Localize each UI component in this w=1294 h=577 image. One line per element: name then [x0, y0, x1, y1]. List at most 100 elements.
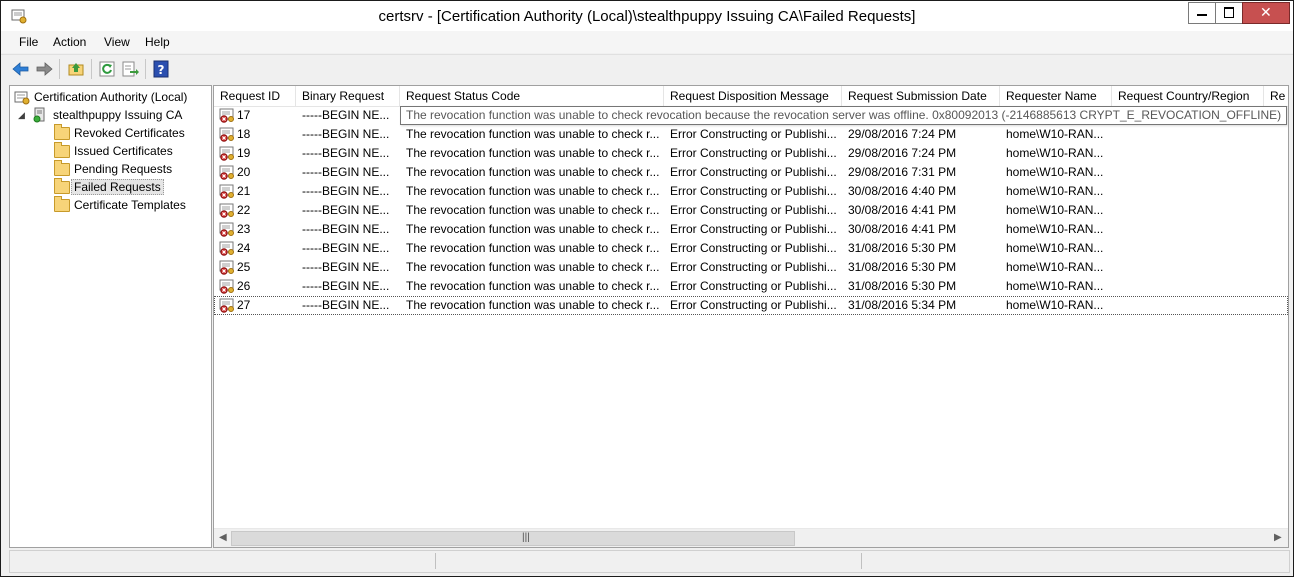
up-folder-icon[interactable]	[66, 59, 86, 79]
column-header-binary-request[interactable]: Binary Request	[296, 86, 400, 106]
cell-request-status-code: The revocation function was unable to ch…	[406, 279, 660, 293]
help-icon[interactable]: ?	[151, 59, 171, 79]
cell-requester-name: home\W10-RAN...	[1006, 241, 1104, 255]
list-header: Request ID Binary Request Request Status…	[214, 86, 1288, 107]
cell-request-submission-date: 29/08/2016 7:31 PM	[848, 165, 957, 179]
folder-icon	[54, 142, 70, 158]
table-row[interactable]: 24 -----BEGIN NE... The revocation functio…	[214, 239, 1288, 258]
table-row[interactable]: 21 -----BEGIN NE... The revocation functio…	[214, 182, 1288, 201]
cell-request-id: 26	[237, 279, 251, 293]
table-row[interactable]: 26 -----BEGIN NE... The revocation functio…	[214, 277, 1288, 296]
folder-icon	[54, 178, 70, 194]
cell-request-id: 23	[237, 222, 251, 236]
failed-request-icon	[219, 279, 235, 294]
cell-request-submission-date: 29/08/2016 7:24 PM	[848, 127, 957, 141]
cell-binary-request: -----BEGIN NE...	[302, 184, 390, 198]
ca-server-icon	[32, 107, 48, 123]
maximize-button[interactable]	[1215, 2, 1243, 24]
table-row[interactable]: 23 -----BEGIN NE... The revocation functio…	[214, 220, 1288, 239]
folder-icon	[54, 160, 70, 176]
column-header-request-status-code[interactable]: Request Status Code	[400, 86, 664, 106]
cell-requester-name: home\W10-RAN...	[1006, 298, 1104, 312]
cell-request-id: 27	[237, 298, 251, 312]
cell-request-id: 17	[237, 108, 251, 122]
toolbar-separator	[91, 59, 92, 79]
cell-request-status-code: The revocation function was unable to ch…	[406, 184, 660, 198]
cell-requester-name: home\W10-RAN...	[1006, 279, 1104, 293]
cell-request-submission-date: 31/08/2016 5:34 PM	[848, 298, 957, 312]
cell-request-disposition-message: Error Constructing or Publishi...	[670, 241, 837, 255]
table-row[interactable]: 22 -----BEGIN NE... The revocation functio…	[214, 201, 1288, 220]
cell-request-status-code: The revocation function was unable to ch…	[406, 146, 660, 160]
status-bar	[9, 550, 1290, 573]
cell-request-id: 19	[237, 146, 251, 160]
menu-bar: File Action View Help	[1, 31, 1293, 53]
table-row[interactable]: 27 -----BEGIN NE... The revocation functio…	[214, 296, 1288, 315]
tree-item-issued-certificates[interactable]: Issued Certificates	[52, 142, 206, 160]
cell-request-disposition-message: Error Constructing or Publishi...	[670, 222, 837, 236]
minimize-button[interactable]	[1188, 2, 1215, 24]
cell-request-status-code: The revocation function was unable to ch…	[406, 222, 660, 236]
tree-item-ca[interactable]: ◢ stealthpuppy Issuing CA	[12, 106, 208, 124]
cell-request-submission-date: 29/08/2016 7:24 PM	[848, 146, 957, 160]
failed-request-icon	[219, 127, 235, 142]
cell-request-status-code: The revocation function was unable to ch…	[406, 241, 660, 255]
scrollbar-grip-icon: |||	[522, 532, 530, 543]
back-arrow-icon[interactable]	[11, 59, 31, 79]
column-header-truncated[interactable]: Re	[1264, 86, 1288, 106]
refresh-icon[interactable]	[97, 59, 117, 79]
column-header-requester-name[interactable]: Requester Name	[1000, 86, 1112, 106]
cell-request-disposition-message: Error Constructing or Publishi...	[670, 298, 837, 312]
window-title: certsrv - [Certification Authority (Loca…	[378, 8, 916, 25]
tree-item-root[interactable]: Certification Authority (Local)	[12, 88, 208, 106]
cell-request-status-code: The revocation function was unable to ch…	[406, 127, 660, 141]
table-row[interactable]: 25 -----BEGIN NE... The revocation functio…	[214, 258, 1288, 277]
table-row[interactable]: 18 -----BEGIN NE... The revocation functio…	[214, 125, 1288, 144]
column-header-request-disposition-message[interactable]: Request Disposition Message	[664, 86, 842, 106]
toolbar: ?	[1, 54, 1293, 83]
tree-item-label: Revoked Certificates	[74, 126, 185, 140]
export-list-icon[interactable]	[120, 59, 140, 79]
toolbar-separator	[145, 59, 146, 79]
cell-request-status-code: The revocation function was unable to ch…	[406, 298, 660, 312]
tree-item-pending-requests[interactable]: Pending Requests	[52, 160, 206, 178]
column-header-request-id[interactable]: Request ID	[214, 86, 296, 106]
tree-item-revoked-certificates[interactable]: Revoked Certificates	[52, 124, 206, 142]
svg-text:?: ?	[158, 63, 165, 77]
cell-request-disposition-message: Error Constructing or Publishi...	[670, 203, 837, 217]
toolbar-separator	[59, 59, 60, 79]
tree-item-failed-requests[interactable]: Failed Requests	[52, 178, 206, 196]
scroll-right-icon[interactable]: ▶	[1274, 532, 1282, 543]
column-header-request-country-region[interactable]: Request Country/Region	[1112, 86, 1264, 106]
menu-view[interactable]: View	[104, 35, 130, 49]
title-bar[interactable]: certsrv - [Certification Authority (Loca…	[1, 1, 1293, 31]
tree-item-certificate-templates[interactable]: Certificate Templates	[52, 196, 206, 214]
menu-action[interactable]: Action	[53, 35, 86, 49]
close-button[interactable]: ✕	[1242, 2, 1290, 24]
cell-requester-name: home\W10-RAN...	[1006, 146, 1104, 160]
cell-request-submission-date: 30/08/2016 4:41 PM	[848, 203, 957, 217]
cell-request-id: 25	[237, 260, 251, 274]
cell-requester-name: home\W10-RAN...	[1006, 165, 1104, 179]
minimize-icon	[1197, 14, 1207, 16]
column-header-request-submission-date[interactable]: Request Submission Date	[842, 86, 1000, 106]
cell-binary-request: -----BEGIN NE...	[302, 108, 390, 122]
menu-help[interactable]: Help	[145, 35, 170, 49]
cell-request-id: 22	[237, 203, 251, 217]
horizontal-scrollbar[interactable]: ◀ ||| ▶	[214, 528, 1288, 547]
close-icon: ✕	[1260, 4, 1272, 20]
cell-request-disposition-message: Error Constructing or Publishi...	[670, 146, 837, 160]
cell-request-id: 20	[237, 165, 251, 179]
scrollbar-thumb[interactable]: |||	[231, 531, 795, 546]
cell-request-disposition-message: Error Constructing or Publishi...	[670, 184, 837, 198]
table-row[interactable]: 20 -----BEGIN NE... The revocation functio…	[214, 163, 1288, 182]
menu-file[interactable]: File	[19, 35, 38, 49]
cell-binary-request: -----BEGIN NE...	[302, 298, 390, 312]
cell-request-id: 21	[237, 184, 251, 198]
cell-request-submission-date: 31/08/2016 5:30 PM	[848, 260, 957, 274]
scroll-left-icon[interactable]: ◀	[219, 532, 227, 543]
app-window: certsrv - [Certification Authority (Loca…	[0, 0, 1294, 577]
table-row[interactable]: 19 -----BEGIN NE... The revocation functio…	[214, 144, 1288, 163]
forward-arrow-icon[interactable]	[34, 59, 54, 79]
collapse-arrow-icon[interactable]: ◢	[18, 110, 25, 121]
